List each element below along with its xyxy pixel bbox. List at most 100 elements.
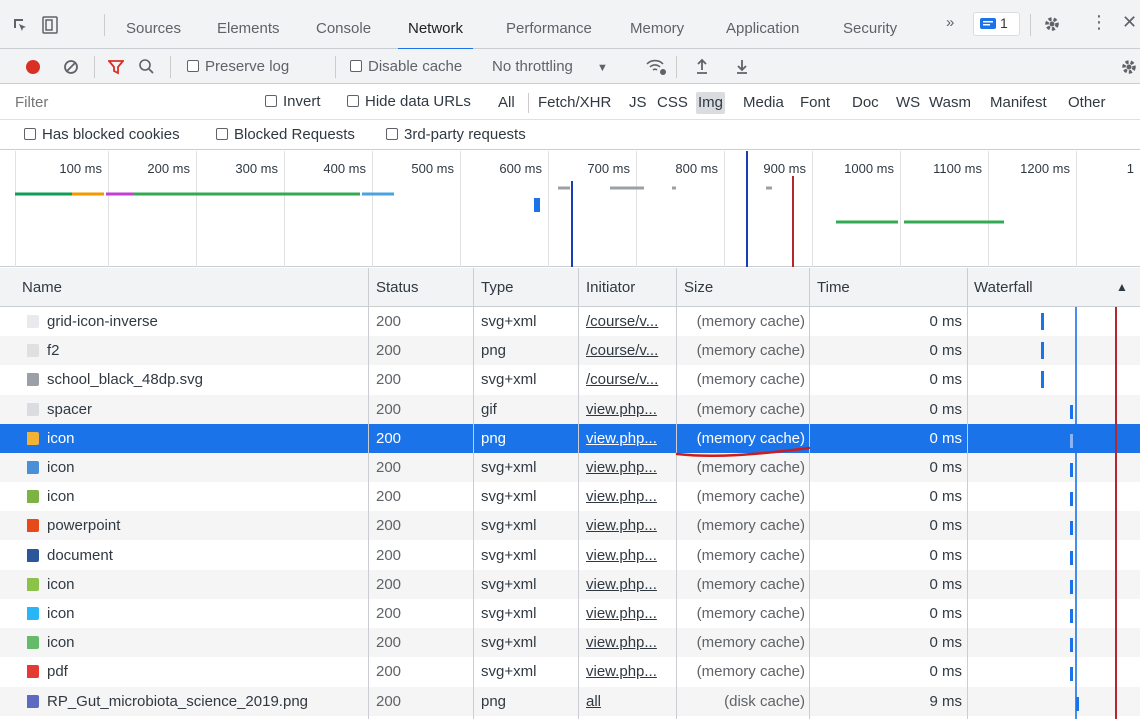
- request-initiator-link[interactable]: view.php...: [586, 395, 676, 424]
- request-size: (memory cache): [696, 342, 805, 360]
- table-row[interactable]: spacer 200 gif view.php... (memory cache) 0 m…: [0, 394, 1140, 424]
- hide-data-urls-checkbox[interactable]: Hide data URLs: [347, 84, 471, 120]
- invert-label: Invert: [283, 93, 321, 110]
- table-row[interactable]: icon 200 png view.php... (memory cache) 0 ms: [0, 423, 1140, 453]
- invert-checkbox[interactable]: Invert: [265, 84, 321, 120]
- request-initiator-link[interactable]: view.php...: [586, 541, 676, 570]
- request-size: (memory cache): [696, 371, 805, 389]
- request-status: 200: [376, 488, 402, 506]
- has-blocked-cookies-checkbox[interactable]: Has blocked cookies: [24, 120, 180, 150]
- disable-cache-checkbox[interactable]: Disable cache: [350, 49, 462, 84]
- issues-count: 1: [1000, 15, 1008, 31]
- table-row[interactable]: icon 200 svg+xml view.php... (memory cache) 0…: [0, 453, 1140, 482]
- column-header-time[interactable]: Time: [817, 268, 850, 307]
- filter-type-media[interactable]: Media: [741, 92, 786, 114]
- third-party-requests-checkbox[interactable]: 3rd-party requests: [386, 120, 526, 150]
- table-row[interactable]: icon 200 svg+xml view.php... (memory cache) 0…: [0, 628, 1140, 658]
- record-icon[interactable]: [26, 60, 40, 74]
- filter-type-all[interactable]: All: [496, 92, 517, 114]
- file-type-icon: [27, 665, 39, 679]
- blocked-requests-checkbox[interactable]: Blocked Requests: [216, 120, 355, 150]
- filter-icon[interactable]: [108, 59, 124, 75]
- network-settings-gear-icon[interactable]: [1120, 58, 1138, 76]
- request-name: pdf: [27, 657, 372, 686]
- column-header-type[interactable]: Type: [481, 268, 514, 307]
- export-har-icon[interactable]: [735, 58, 749, 75]
- column-header-name[interactable]: Name: [22, 268, 62, 307]
- table-row[interactable]: pdf 200 svg+xml view.php... (memory cache) 0 …: [0, 657, 1140, 686]
- inspect-element-icon[interactable]: [12, 17, 28, 33]
- filter-type-ws[interactable]: WS: [894, 92, 922, 114]
- tab-console[interactable]: Console: [316, 0, 371, 49]
- network-conditions-icon[interactable]: [646, 58, 668, 76]
- filter-input[interactable]: [13, 89, 243, 115]
- issues-badge[interactable]: 1: [973, 12, 1020, 36]
- request-initiator-link[interactable]: /course/v...: [586, 307, 676, 336]
- request-initiator-link[interactable]: view.php...: [586, 453, 676, 482]
- more-tabs-icon[interactable]: »: [946, 14, 954, 31]
- request-initiator-link[interactable]: all: [586, 687, 676, 716]
- device-toolbar-icon[interactable]: [42, 16, 58, 34]
- table-row[interactable]: icon 200 svg+xml view.php... (memory cache) 0…: [0, 599, 1140, 628]
- tab-elements[interactable]: Elements: [217, 0, 280, 49]
- search-icon[interactable]: [138, 58, 155, 75]
- request-initiator-link[interactable]: view.php...: [586, 424, 676, 453]
- table-row[interactable]: grid-icon-inverse 200 svg+xml/course/v... (…: [0, 307, 1140, 336]
- preserve-log-checkbox[interactable]: Preserve log: [187, 49, 289, 84]
- filter-type-fetchxhr[interactable]: Fetch/XHR: [536, 92, 613, 114]
- sort-up-icon[interactable]: ▲: [1116, 268, 1128, 307]
- table-row[interactable]: powerpoint 200 svg+xml view.php... (memory c…: [0, 511, 1140, 541]
- request-time: 0 ms: [929, 429, 962, 447]
- table-row[interactable]: document 200 svg+xml view.php... (memory cac…: [0, 541, 1140, 570]
- filter-type-wasm[interactable]: Wasm: [927, 92, 973, 114]
- blocked-filters-bar: Has blocked cookies Blocked Requests 3rd…: [0, 120, 1140, 150]
- request-name: icon: [27, 453, 372, 482]
- column-divider: [676, 268, 677, 719]
- tab-application[interactable]: Application: [726, 0, 799, 49]
- request-initiator-link[interactable]: view.php...: [586, 482, 676, 511]
- tab-security[interactable]: Security: [843, 0, 897, 49]
- filter-type-doc[interactable]: Doc: [850, 92, 881, 114]
- request-initiator-link[interactable]: view.php...: [586, 570, 676, 599]
- tab-network[interactable]: Network: [397, 0, 474, 50]
- waterfall-bar: [1070, 521, 1073, 536]
- import-har-icon[interactable]: [695, 58, 709, 75]
- filter-type-other[interactable]: Other: [1066, 92, 1108, 114]
- tab-memory[interactable]: Memory: [630, 0, 684, 49]
- network-toolbar: Preserve log Disable cache No throttling…: [0, 49, 1140, 84]
- request-time: 0 ms: [929, 663, 962, 681]
- request-initiator-link[interactable]: /course/v...: [586, 365, 676, 394]
- filter-type-css[interactable]: CSS: [655, 92, 690, 114]
- kebab-menu-icon[interactable]: ⋮: [1090, 12, 1108, 32]
- table-row[interactable]: f2 200 png/course/v... (memory cache) 0 ms: [0, 336, 1140, 366]
- file-type-icon: [27, 461, 39, 474]
- request-status: 200: [376, 575, 402, 593]
- overview-bars: [15, 151, 1004, 267]
- filter-type-font[interactable]: Font: [798, 92, 832, 114]
- column-header-status[interactable]: Status: [376, 268, 419, 307]
- divider: [335, 56, 336, 78]
- table-row[interactable]: icon 200 svg+xml view.php... (memory cache) 0…: [0, 482, 1140, 511]
- column-header-waterfall[interactable]: Waterfall: [974, 268, 1033, 307]
- column-header-size[interactable]: Size: [684, 268, 713, 307]
- filter-type-img[interactable]: Img: [696, 92, 726, 114]
- table-row[interactable]: school_black_48dp.svg 200 svg+xml/course/v…: [0, 365, 1140, 394]
- filter-type-manifest[interactable]: Manifest: [988, 92, 1049, 114]
- request-initiator-link[interactable]: view.php...: [586, 628, 676, 657]
- table-row[interactable]: icon 200 svg+xml view.php... (memory cache) 0…: [0, 569, 1140, 599]
- request-initiator-link[interactable]: /course/v...: [586, 336, 676, 365]
- column-header-initiator[interactable]: Initiator: [586, 268, 635, 307]
- request-initiator-link[interactable]: view.php...: [586, 511, 676, 540]
- tab-sources[interactable]: Sources: [126, 0, 181, 49]
- network-overview-timeline[interactable]: 100 ms 200 ms 300 ms 400 ms 500 ms 600 ms 700 …: [0, 151, 1140, 267]
- request-initiator-link[interactable]: view.php...: [586, 657, 676, 686]
- column-divider: [578, 268, 579, 719]
- clear-icon[interactable]: [63, 59, 79, 75]
- gear-icon[interactable]: [1043, 15, 1061, 33]
- close-icon[interactable]: ✕: [1122, 12, 1137, 32]
- tab-performance[interactable]: Performance: [506, 0, 592, 49]
- table-row[interactable]: RP_Gut_microbiota_science_2019.png 200 png…: [0, 686, 1140, 716]
- filter-type-js[interactable]: JS: [627, 92, 649, 114]
- request-initiator-link[interactable]: view.php...: [586, 599, 676, 628]
- throttling-select[interactable]: No throttling ▼: [492, 49, 608, 84]
